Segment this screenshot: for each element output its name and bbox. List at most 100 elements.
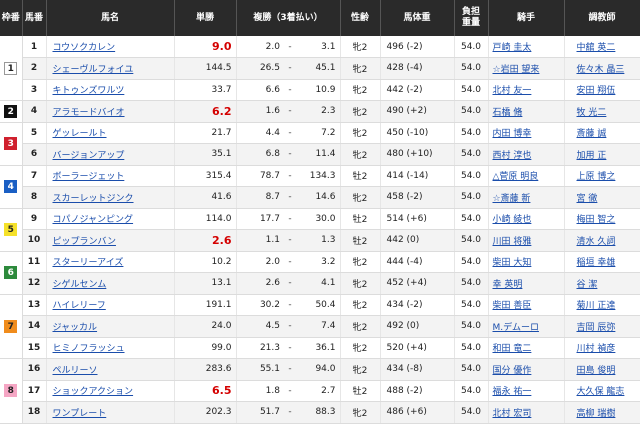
trainer-link[interactable]: 上原 博之 (577, 172, 616, 182)
trainer-link[interactable]: 谷 潔 (577, 280, 598, 290)
horse-name-link[interactable]: ジャッカル (53, 323, 98, 333)
trainer-cell: 菊川 正達 (564, 294, 640, 316)
jockey-link[interactable]: 北村 友一 (493, 86, 532, 96)
horse-name-link[interactable]: キトゥンズワルツ (53, 86, 125, 96)
jockey-link[interactable]: 西村 淳也 (493, 151, 532, 161)
jockey-link[interactable]: M.デムーロ (493, 323, 539, 333)
win-odds: 24.0 (174, 315, 237, 338)
carried-weight: 54.0 (454, 79, 489, 101)
trainer-link[interactable]: 中舘 英二 (577, 43, 616, 53)
waku-cell: 2 (0, 100, 23, 123)
place-odds-min: 1.8 (236, 380, 282, 402)
trainer-link[interactable]: 川村 禎彦 (577, 344, 616, 354)
jockey-cell: 川田 将雅 (488, 229, 565, 252)
place-odds-separator: - (282, 337, 298, 359)
horse-weight: 452 (+4) (380, 272, 455, 295)
jockey-link[interactable]: 福永 祐一 (493, 387, 532, 397)
trainer-link[interactable]: 梅田 智之 (577, 215, 616, 225)
horse-number: 4 (22, 100, 47, 123)
jockey-link[interactable]: 石橋 脩 (493, 108, 523, 118)
horse-name-link[interactable]: コウソクカレン (53, 43, 116, 53)
horse-name-link[interactable]: スターリーアイズ (53, 258, 124, 268)
trainer-link[interactable]: 斎藤 誠 (577, 129, 607, 139)
win-odds: 144.5 (174, 57, 237, 80)
horse-name-link[interactable]: アラモードバイオ (53, 108, 125, 118)
horse-name-link[interactable]: ピップランバン (53, 237, 116, 247)
jockey-link[interactable]: 戸崎 圭太 (493, 43, 532, 53)
trainer-cell: 田島 俊明 (564, 358, 640, 381)
trainer-link[interactable]: 大久保 龍志 (577, 387, 625, 397)
sex-age: 牝2 (340, 186, 381, 209)
place-odds-separator: - (282, 401, 298, 424)
jockey-link[interactable]: 川田 将雅 (493, 237, 532, 247)
win-odds: 2.6 (174, 229, 237, 252)
jockey-link[interactable]: 柴田 大知 (493, 258, 532, 268)
waku-badge: 8 (4, 384, 18, 398)
trainer-link[interactable]: 清水 久詞 (577, 237, 616, 247)
horse-name-link[interactable]: スカーレットジンク (53, 194, 134, 204)
jockey-link[interactable]: ☆斎藤 新 (493, 194, 531, 204)
place-odds-separator: - (282, 380, 298, 402)
trainer-link[interactable]: 高柳 瑞樹 (577, 409, 616, 419)
jockey-link[interactable]: 小崎 綾也 (493, 215, 532, 225)
waku-cell: 3 (0, 122, 23, 166)
win-odds: 114.0 (174, 208, 237, 230)
place-odds-max: 45.1 (298, 57, 341, 80)
place-odds-max: 10.9 (298, 79, 341, 101)
horse-name-link[interactable]: バージョンアップ (53, 151, 125, 161)
trainer-link[interactable]: 安田 翔伍 (577, 86, 616, 96)
horse-name-cell: ピップランバン (46, 229, 175, 252)
horse-name-link[interactable]: シェーヴルフォイユ (53, 65, 134, 75)
horse-name-link[interactable]: ボーラージェット (53, 172, 125, 182)
waku-badge: 6 (4, 266, 18, 279)
trainer-link[interactable]: 佐々木 晶三 (577, 65, 625, 75)
place-odds-min: 55.1 (236, 358, 282, 381)
horse-weight: 442 (-2) (380, 79, 455, 101)
trainer-link[interactable]: 吉岡 辰弥 (577, 323, 616, 333)
horse-name-link[interactable]: ゲッレールト (53, 129, 107, 139)
trainer-link[interactable]: 田島 俊明 (577, 366, 616, 376)
horse-name-link[interactable]: ペルリーソ (53, 366, 98, 376)
jockey-link[interactable]: 幸 英明 (493, 280, 523, 290)
horse-name-link[interactable]: シゲルセンム (53, 280, 107, 290)
horse-name-link[interactable]: ヒミノフラッシュ (53, 344, 125, 354)
trainer-link[interactable]: 牧 光二 (577, 108, 607, 118)
sex-age: 牝2 (340, 272, 381, 295)
jockey-link[interactable]: ☆岩田 望来 (493, 65, 540, 75)
horse-name-link[interactable]: コパノジャンピング (53, 215, 134, 225)
waku-badge: 4 (4, 180, 18, 193)
place-odds-separator: - (282, 251, 298, 273)
carried-weight: 54.0 (454, 100, 489, 123)
place-odds-min: 26.5 (236, 57, 282, 80)
header-odds: 単勝 (174, 0, 237, 36)
horse-weight: 444 (-4) (380, 251, 455, 273)
jockey-link[interactable]: 和田 竜二 (493, 344, 532, 354)
horse-name-cell: コパノジャンピング (46, 208, 175, 230)
trainer-link[interactable]: 稲垣 幸雄 (577, 258, 616, 268)
jockey-link[interactable]: 内田 博幸 (493, 129, 532, 139)
jockey-link[interactable]: 北村 宏司 (493, 409, 532, 419)
waku-cell: 1 (0, 36, 23, 101)
horse-name-cell: ショックアクション (46, 380, 175, 402)
horse-name-link[interactable]: ショックアクション (53, 387, 134, 397)
table-row: 8 16 ペルリーソ 283.6 55.1-94.0 牝2 434 (-8) 54.0 国分 優… (0, 358, 640, 424)
horse-number: 14 (22, 315, 47, 338)
jockey-link[interactable]: 柴田 善臣 (493, 301, 532, 311)
jockey-cell: 柴田 大知 (488, 251, 565, 273)
trainer-cell: 清水 久詞 (564, 229, 640, 252)
trainer-link[interactable]: 加用 正 (577, 151, 607, 161)
sex-age: 牡2 (340, 165, 381, 187)
horse-name-link[interactable]: ハイレリーフ (53, 301, 106, 311)
trainer-link[interactable]: 宮 徹 (577, 194, 598, 204)
place-odds-min: 51.7 (236, 401, 282, 424)
horse-number: 12 (22, 272, 47, 295)
table-row: 14 ジャッカル 24.0 4.5-7.4 牝2 492 (0) 54.0 M.デムーロ 吉岡 … (0, 315, 640, 338)
horse-name-link[interactable]: ワンプレート (53, 409, 107, 419)
table-row: 5 9 コパノジャンピング 114.0 17.7-30.0 牡2 514 (+6) 54.0 小… (0, 208, 640, 252)
trainer-link[interactable]: 菊川 正達 (577, 301, 616, 311)
horse-number: 3 (22, 79, 47, 101)
waku-cell: 4 (0, 165, 23, 209)
place-odds-separator: - (282, 315, 298, 338)
jockey-link[interactable]: △菅原 明良 (493, 172, 539, 182)
jockey-link[interactable]: 国分 優作 (493, 366, 532, 376)
